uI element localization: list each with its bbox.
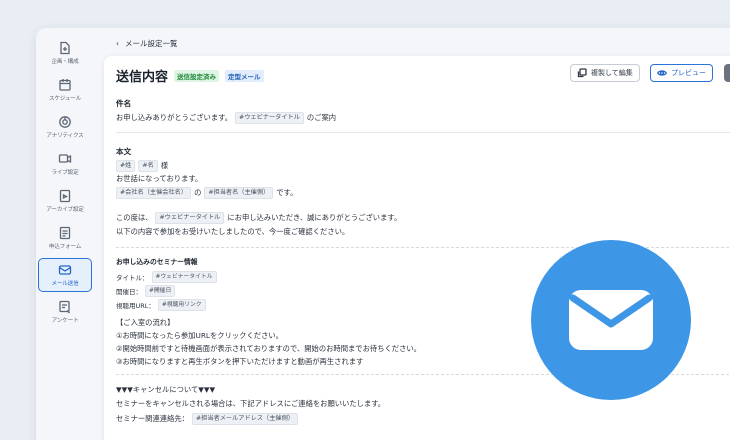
flow-heading: 【ご入室の流れ】 — [116, 318, 174, 328]
variable-tag: #姓 — [116, 160, 136, 172]
body-text: 以下の内容で参加をお受けいたしましたので、今一度ご確認ください。 — [116, 227, 350, 236]
chevron-left-icon: ‹ — [116, 39, 119, 48]
body-line: この度は、 #ウェビナータイトル にお申し込みいただき、誠にありがとうございます… — [116, 212, 401, 224]
preview-label: プレビュー — [671, 69, 706, 77]
cancel-heading-text: ▼▼▼キャンセルについて▼▼▼ — [116, 385, 216, 394]
body-text: にお申し込みいただき、誠にありがとうございます。 — [227, 213, 402, 222]
sidebar-item-label: 申込フォーム — [48, 244, 82, 250]
eye-icon — [657, 70, 667, 76]
sidebar-item-form[interactable]: 申込フォーム — [38, 221, 92, 255]
sidebar-item-archive[interactable]: アーカイブ設定 — [38, 184, 92, 218]
body-text: です。 — [276, 188, 298, 197]
flow-heading-text: 【ご入室の流れ】 — [116, 318, 175, 327]
type-badge: 定型メール — [225, 69, 264, 82]
body-text: この度は、 — [116, 213, 153, 222]
archive-icon — [59, 189, 71, 203]
flow-step-text: ②開始時間前ですと待機画面が表示されておりますので、開始のお時間までお待ちくださ… — [116, 344, 421, 353]
back-link-label: メール設定一覧 — [125, 39, 178, 48]
seminar-url-line: 視聴用URL： #視聴用リンク — [116, 299, 209, 311]
sidebar-item-analytics[interactable]: アナリティクス — [38, 110, 92, 144]
cancel-text: セミナーをキャンセルされる場合は、下記アドレスにご連絡をお願いいたします。 — [116, 399, 386, 408]
flow-step: ①お時間になったら参加URLをクリックください。 — [116, 331, 283, 341]
body-text: 様 — [160, 161, 169, 170]
sidebar-item-live[interactable]: ライブ設定 — [38, 147, 92, 181]
sidebar-item-label: アンケート — [51, 318, 79, 324]
copy-icon — [577, 68, 587, 78]
sidebar-item-label: ライブ設定 — [51, 170, 79, 176]
flow-step: ③お時間になりますと再生ボタンを押下いただけますと動画が再生されます — [116, 357, 363, 367]
variable-tag: #視聴用リンク — [157, 299, 206, 311]
subject-label: 件名 — [116, 99, 132, 108]
seminar-title-label: タイトル： — [116, 274, 149, 282]
seminar-date-line: 開催日： #開催日 — [116, 285, 178, 297]
variable-tag: #ウェビナータイトル — [235, 112, 304, 124]
sidebar-item-planning[interactable]: 企画・構成 — [38, 36, 92, 70]
variable-tag: #会社名（主催会社名） — [116, 187, 192, 199]
sidebar-item-label: 企画・構成 — [51, 59, 79, 65]
body-label: 本文 — [116, 147, 132, 156]
sidebar: 企画・構成 スケジュール アナリティクス ライブ設定 アーカイブ設定 申込フォー… — [36, 36, 94, 440]
subject-line: お申し込みありがとうございます。 #ウェビナータイトル のご案内 — [116, 112, 336, 124]
survey-icon — [59, 300, 70, 314]
seminar-heading: お申し込みのセミナー情報 — [116, 258, 198, 266]
body-line: 以下の内容で参加をお受けいたしましたので、今一度ご確認ください。 — [116, 227, 349, 237]
subject-suffix: のご案内 — [306, 113, 337, 122]
envelope-icon — [569, 290, 653, 350]
live-camera-icon — [58, 154, 72, 164]
status-badge: 送信設定済み — [174, 69, 220, 82]
copy-edit-button[interactable]: 複製して編集 — [570, 64, 640, 82]
flow-step: ②開始時間前ですと待機画面が表示されておりますので、開始のお時間までお待ちくださ… — [116, 344, 421, 354]
preview-button[interactable]: プレビュー — [650, 64, 713, 82]
sidebar-item-label: スケジュール — [49, 96, 81, 102]
card-header: 送信内容 送信設定済み 定型メール — [116, 66, 264, 85]
analytics-icon — [59, 116, 71, 128]
variable-tag: #担当者メールアドレス（主催側） — [191, 413, 298, 425]
seminar-date-label: 開催日： — [116, 288, 142, 296]
variable-tag: #ウェビナータイトル — [151, 271, 217, 283]
body-line: #会社名（主催会社名） の #担当者名（主催側） です。 — [116, 187, 297, 199]
cancel-heading: ▼▼▼キャンセルについて▼▼▼ — [116, 385, 215, 395]
file-plus-icon — [60, 41, 70, 55]
sidebar-item-label: メール送信 — [51, 281, 79, 287]
back-link[interactable]: ‹ メール設定一覧 — [116, 38, 178, 49]
copy-edit-label: 複製して編集 — [591, 69, 633, 77]
body-text: お世話になっております。 — [116, 174, 203, 183]
body-line: #姓 #名 様 — [116, 160, 168, 172]
body-line: お世話になっております。 — [116, 174, 202, 184]
variable-tag: #名 — [138, 160, 158, 172]
page-title: 送信内容 — [116, 70, 169, 85]
variable-tag: #担当者名（主催側） — [204, 187, 274, 199]
sidebar-item-survey[interactable]: アンケート — [38, 295, 92, 329]
subject-prefix: お申し込みありがとうございます。 — [116, 113, 233, 122]
flow-step-text: ①お時間になったら参加URLをクリックください。 — [116, 331, 283, 340]
mail-icon — [58, 265, 72, 275]
sidebar-item-label: アナリティクス — [46, 133, 84, 139]
body-text: の — [194, 188, 202, 197]
sidebar-item-label: アーカイブ設定 — [46, 207, 84, 213]
divider — [116, 132, 730, 133]
cancel-contact-line: セミナー関連連絡先： #担当者メールアドレス（主催側） — [116, 413, 301, 425]
mail-illustration — [531, 240, 691, 400]
seminar-title-line: タイトル： #ウェビナータイトル — [116, 271, 220, 283]
sidebar-item-schedule[interactable]: スケジュール — [38, 73, 92, 107]
flow-step-text: ③お時間になりますと再生ボタンを押下いただけますと動画が再生されます — [116, 357, 364, 366]
variable-tag: #開催日 — [145, 285, 176, 297]
sidebar-item-mail[interactable]: メール送信 — [38, 258, 92, 292]
calendar-icon — [59, 79, 71, 91]
cancel-contact-label: セミナー関連連絡先： — [116, 414, 189, 423]
seminar-url-label: 視聴用URL： — [116, 302, 155, 310]
cancel-text-line: セミナーをキャンセルされる場合は、下記アドレスにご連絡をお願いいたします。 — [116, 399, 385, 409]
more-button[interactable] — [724, 64, 730, 82]
variable-tag: #ウェビナータイトル — [155, 212, 225, 224]
form-icon — [59, 226, 71, 240]
